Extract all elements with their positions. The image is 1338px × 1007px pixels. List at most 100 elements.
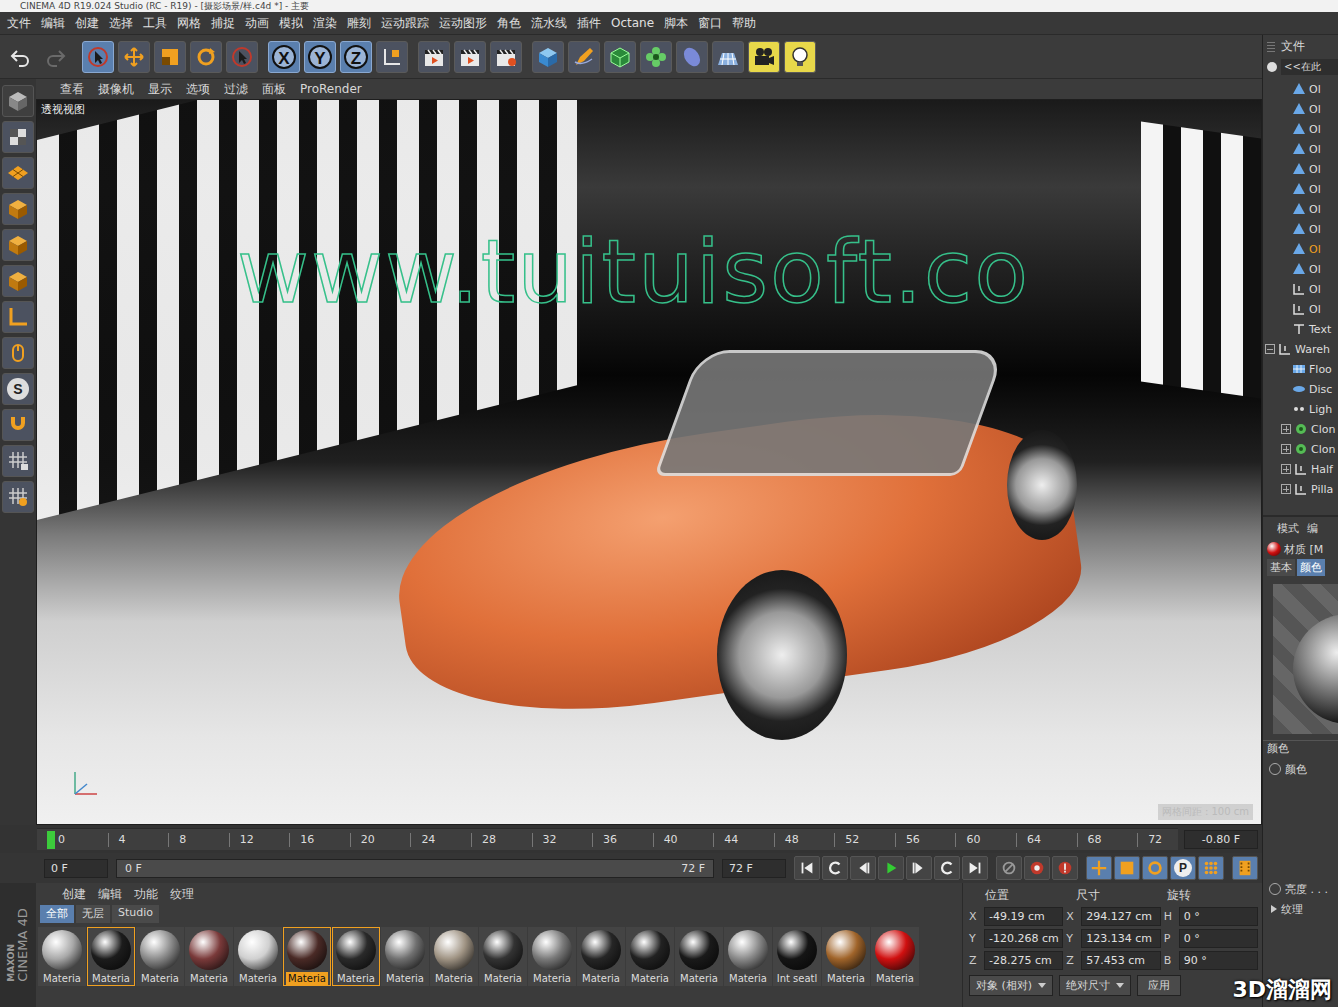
expander-icon[interactable] [1281,225,1289,233]
coordinate-system-button[interactable] [376,41,408,73]
camera-button[interactable] [748,41,780,73]
expander-icon[interactable] [1281,464,1291,474]
keyframe-record-button[interactable] [996,856,1022,880]
move-tool-button[interactable] [118,41,150,73]
floor-button[interactable] [712,41,744,73]
pen-button[interactable] [568,41,600,73]
keyframe-selection-button[interactable] [1052,856,1078,880]
material-swatch[interactable]: Int seatl [773,927,821,986]
object-row[interactable]: Wareh [1263,339,1338,359]
object-row[interactable]: Ol [1263,139,1338,159]
attribute-menu-item[interactable]: 模式 [1277,521,1299,536]
expander-icon[interactable] [1281,125,1289,133]
cloner-button[interactable] [640,41,672,73]
material-swatch[interactable]: Materia [724,927,772,986]
position-field[interactable]: -120.268 cm [984,929,1063,948]
menu-item[interactable]: 运动跟踪 [376,15,434,32]
deformer-button[interactable] [676,41,708,73]
object-row[interactable]: Half [1263,459,1338,479]
expander-icon[interactable] [1281,444,1291,454]
subdivision-button[interactable] [604,41,636,73]
rotation-field[interactable]: 0 ° [1179,907,1258,926]
magnet-mode-button[interactable] [2,409,34,441]
object-row[interactable]: Ol [1263,219,1338,239]
object-row[interactable]: Clon [1263,419,1338,439]
expander-icon[interactable] [1281,205,1289,213]
expander-icon[interactable] [1281,365,1289,373]
material-swatch[interactable]: Materia [136,927,184,986]
material-channel-tab[interactable]: 颜色 [1297,559,1325,576]
material-swatch[interactable]: Materia [332,927,380,986]
attribute-menu-item[interactable]: 编 [1307,521,1318,536]
material-swatch[interactable]: Materia [38,927,86,986]
expander-icon[interactable] [1281,145,1289,153]
expander-icon[interactable] [1281,325,1289,333]
snap-mode-button[interactable]: S [2,373,34,405]
color-row[interactable]: 颜色 [1263,759,1338,779]
material-swatch[interactable]: Materia [87,927,135,986]
expander-icon[interactable] [1281,245,1289,253]
expander-icon[interactable] [1281,305,1289,313]
expander-icon[interactable] [1281,165,1289,173]
expander-icon[interactable] [1281,85,1289,93]
object-row[interactable]: Disc [1263,379,1338,399]
render-settings-button[interactable] [490,41,522,73]
axis-lock-button[interactable]: Z [340,41,372,73]
material-channel-tab[interactable]: 基本 [1267,559,1295,576]
select-tool-button[interactable] [82,41,114,73]
playhead[interactable] [47,831,55,849]
material-swatch[interactable]: Materia [381,927,429,986]
expander-icon[interactable] [1281,185,1289,193]
timeline-ruler[interactable]: 04812162024283236404448525660646872 [37,828,1178,850]
object-row[interactable]: Ligh [1263,399,1338,419]
point-mode-button[interactable] [2,193,34,225]
material-menu-item[interactable]: 创建 [58,886,90,903]
viewport-menu-item[interactable]: 显示 [142,81,178,98]
axis-mode-button[interactable] [2,301,34,333]
preview-range-slider[interactable]: 0 F72 F [116,859,714,878]
close-search-icon[interactable] [1267,62,1277,72]
viewport-menu-item[interactable]: 查看 [54,81,90,98]
viewport-menu-item[interactable]: 过滤 [218,81,254,98]
end-frame-field[interactable]: 72 F [722,859,786,878]
menu-item[interactable]: 模拟 [274,15,308,32]
axis-lock-button[interactable]: Y [304,41,336,73]
axis-lock-button[interactable]: X [268,41,300,73]
size-field[interactable]: 294.127 cm [1081,907,1160,926]
object-row[interactable]: Clon [1263,439,1338,459]
material-swatch[interactable]: Materia [185,927,233,986]
menu-item[interactable]: 创建 [70,15,104,32]
viewport-canvas[interactable]: 透视视图www.tuituisoft.co网格间距 : 100 cm [36,99,1262,825]
render-view-button[interactable] [418,41,450,73]
next-key-button[interactable] [934,856,960,880]
undo-button[interactable] [4,41,36,73]
menu-item[interactable]: 捕捉 [206,15,240,32]
viewport-menu-item[interactable]: 面板 [256,81,292,98]
menu-item[interactable]: 帮助 [727,15,761,32]
prev-key-button[interactable] [822,856,848,880]
material-swatch[interactable]: Materia [430,927,478,986]
viewport-menu-item[interactable]: 摄像机 [92,81,140,98]
object-row[interactable]: Ol [1263,159,1338,179]
search-field[interactable]: <<在此 [1281,59,1338,75]
expander-icon[interactable] [1281,385,1289,393]
render-picture-button[interactable] [454,41,486,73]
menu-item[interactable]: 插件 [572,15,606,32]
lockgrid-mode-button[interactable] [2,445,34,477]
size-field[interactable]: 57.453 cm [1081,951,1160,970]
edge-mode-button[interactable] [2,229,34,261]
menu-item[interactable]: Octane [606,16,659,30]
menu-item[interactable]: 脚本 [659,15,693,32]
material-menu-item[interactable]: 纹理 [166,886,198,903]
menu-item[interactable]: 网格 [172,15,206,32]
object-row[interactable]: Ol [1263,279,1338,299]
object-row[interactable]: Ol [1263,259,1338,279]
menu-item[interactable]: 渲染 [308,15,342,32]
last-button[interactable] [962,856,988,880]
autokey-button[interactable] [1024,856,1050,880]
viewport-menu-item[interactable]: 选项 [180,81,216,98]
expander-icon[interactable] [1265,344,1275,354]
rotation-field[interactable]: 0 ° [1179,929,1258,948]
material-swatch[interactable]: Materia [822,927,870,986]
menu-item[interactable]: 动画 [240,15,274,32]
